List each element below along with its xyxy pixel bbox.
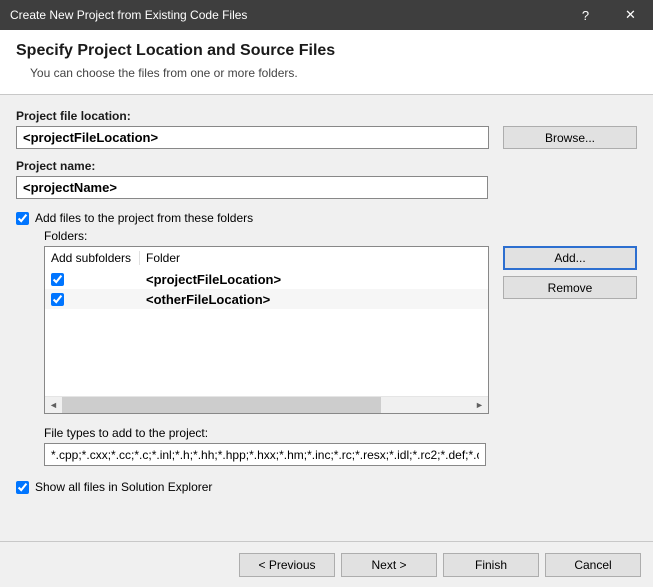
wizard-body: Project file location: Browse... Project… <box>0 95 653 504</box>
scroll-left-icon[interactable]: ◄ <box>45 397 62 413</box>
project-location-input[interactable] <box>16 126 489 149</box>
wizard-footer: < Previous Next > Finish Cancel <box>0 541 653 587</box>
horizontal-scrollbar[interactable]: ◄ ► <box>45 396 488 413</box>
show-all-files-label: Show all files in Solution Explorer <box>35 480 212 494</box>
column-header-subfolders[interactable]: Add subfolders <box>45 251 140 265</box>
row-folder-cell: <otherFileLocation> <box>140 292 488 307</box>
add-files-from-folders-label: Add files to the project from these fold… <box>35 211 253 225</box>
column-header-folder[interactable]: Folder <box>140 251 488 265</box>
add-files-checkbox-row: Add files to the project from these fold… <box>16 211 637 225</box>
page-subtitle: You can choose the files from one or mor… <box>30 66 637 80</box>
file-types-label: File types to add to the project: <box>44 426 637 440</box>
project-location-label: Project file location: <box>16 109 637 123</box>
next-button[interactable]: Next > <box>341 553 437 577</box>
titlebar: Create New Project from Existing Code Fi… <box>0 0 653 30</box>
window-title: Create New Project from Existing Code Fi… <box>10 8 563 22</box>
file-types-input[interactable] <box>44 443 486 466</box>
browse-button[interactable]: Browse... <box>503 126 637 149</box>
page-title: Specify Project Location and Source File… <box>16 42 637 60</box>
table-row[interactable]: <otherFileLocation> <box>45 289 488 309</box>
help-button[interactable]: ? <box>563 0 608 30</box>
previous-button[interactable]: < Previous <box>239 553 335 577</box>
add-folder-button[interactable]: Add... <box>503 246 637 270</box>
row-subfolders-checkbox[interactable] <box>51 293 64 306</box>
scrollbar-thumb[interactable] <box>62 397 381 413</box>
folders-table: Add subfolders Folder <projectFileLocati… <box>44 246 489 414</box>
show-all-files-checkbox[interactable] <box>16 481 29 494</box>
add-files-from-folders-checkbox[interactable] <box>16 212 29 225</box>
row-folder-cell: <projectFileLocation> <box>140 272 488 287</box>
scroll-right-icon[interactable]: ► <box>471 397 488 413</box>
cancel-button[interactable]: Cancel <box>545 553 641 577</box>
project-name-input[interactable] <box>16 176 488 199</box>
folders-label: Folders: <box>44 229 637 243</box>
row-subfolders-checkbox[interactable] <box>51 273 64 286</box>
remove-folder-button[interactable]: Remove <box>503 276 637 299</box>
finish-button[interactable]: Finish <box>443 553 539 577</box>
table-row[interactable]: <projectFileLocation> <box>45 269 488 289</box>
folders-table-header: Add subfolders Folder <box>45 247 488 269</box>
wizard-header: Specify Project Location and Source File… <box>0 30 653 95</box>
project-name-label: Project name: <box>16 159 637 173</box>
close-button[interactable]: ✕ <box>608 0 653 30</box>
